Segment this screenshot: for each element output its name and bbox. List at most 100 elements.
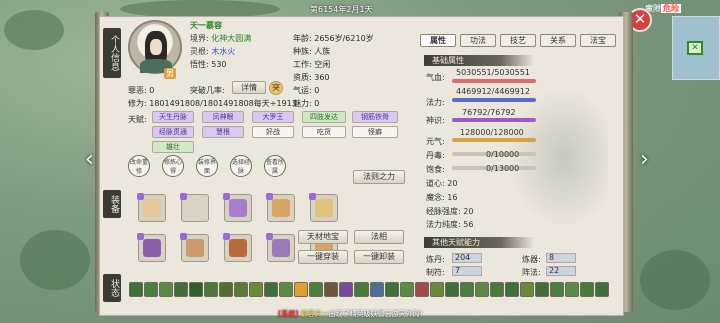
status-effect-icon[interactable]: [324, 282, 339, 297]
status-effect-icon[interactable]: [474, 282, 489, 297]
daoxin-label: 道心:: [426, 179, 445, 188]
status-effect-icon[interactable]: [369, 282, 384, 297]
fali-bar: [452, 98, 536, 102]
cultivation-label: 修为:: [128, 99, 147, 108]
equipment-slot[interactable]: [223, 193, 252, 222]
status-effect-icon[interactable]: [339, 282, 354, 297]
tab-treasures[interactable]: 法宝: [580, 34, 616, 47]
tab-attributes[interactable]: 属性: [420, 34, 456, 47]
liandan-value: 204: [452, 253, 482, 263]
lianqi-value: 8: [546, 253, 576, 263]
talent-chip[interactable]: 怪癖: [352, 126, 398, 138]
round-button[interactable]: 改命重修: [128, 155, 150, 177]
yuanqi-value: 128000/128000: [460, 128, 524, 137]
daoxin-value: 20: [447, 179, 458, 188]
equipment-item-icon: [229, 199, 247, 217]
status-effect-icon[interactable]: [354, 282, 369, 297]
tab-status[interactable]: 状态: [103, 274, 121, 302]
breakthrough-icon[interactable]: 突: [269, 81, 283, 95]
status-effect-icon[interactable]: [294, 282, 309, 297]
status-effect-icon[interactable]: [534, 282, 549, 297]
status-effect-icon[interactable]: [414, 282, 429, 297]
status-effect-icon[interactable]: [129, 282, 144, 297]
status-effect-icon[interactable]: [264, 282, 279, 297]
status-effect-icon[interactable]: [219, 282, 234, 297]
round-button[interactable]: 选择经脉: [230, 155, 252, 177]
qixue-bar: [452, 79, 536, 83]
equipment-slot[interactable]: [223, 233, 252, 262]
system-message: [系统] 慕容天一出现了精英级妖兽云游天外阁！: [278, 310, 427, 318]
falichundu-value: 56: [463, 220, 474, 229]
status-effect-icon[interactable]: [204, 282, 219, 297]
status-effect-icon[interactable]: [309, 282, 324, 297]
yuanqi-label: 元气:: [426, 137, 445, 146]
equipment-slot[interactable]: [266, 193, 295, 222]
heaven-treasure-button[interactable]: 天材地宝: [298, 230, 348, 244]
law-power-button[interactable]: 法则之力: [353, 170, 405, 184]
talent-chip[interactable]: 四肢发达: [302, 111, 346, 123]
status-effect-icon[interactable]: [594, 282, 609, 297]
status-effect-icon[interactable]: [249, 282, 264, 297]
equipment-slot[interactable]: [180, 193, 209, 222]
status-effect-icon[interactable]: [444, 282, 459, 297]
equipment-slot[interactable]: [137, 233, 166, 262]
status-effect-icon[interactable]: [174, 282, 189, 297]
status-effect-icon[interactable]: [489, 282, 504, 297]
talent-chip[interactable]: 好战: [252, 126, 294, 138]
tab-equipment[interactable]: 装备: [103, 190, 121, 218]
tab-skills[interactable]: 功法: [460, 34, 496, 47]
talent-chip[interactable]: 凤神眼: [202, 111, 244, 123]
aptitude-label: 资质:: [293, 73, 312, 82]
equipment-slot[interactable]: [309, 193, 338, 222]
status-effect-icon[interactable]: [159, 282, 174, 297]
talent-chip[interactable]: 钢筋铁骨: [352, 111, 398, 123]
avatar[interactable]: [128, 20, 182, 74]
gender-badge: 男: [164, 68, 176, 79]
one-click-remove-button[interactable]: 一键卸装: [354, 250, 404, 264]
equipment-grade-icon: [309, 193, 316, 200]
talent-chip[interactable]: 大罗王: [252, 111, 294, 123]
status-effect-icon[interactable]: [519, 282, 534, 297]
talent-chip[interactable]: 经脉贯通: [152, 126, 194, 138]
round-button[interactable]: 修炼心得: [162, 155, 184, 177]
baoshi-value: 0/13000: [486, 164, 520, 173]
tab-relations[interactable]: 关系: [540, 34, 576, 47]
talent-chip[interactable]: 吃货: [302, 126, 346, 138]
status-effect-icon[interactable]: [234, 282, 249, 297]
tab-personal-info[interactable]: 个人信息: [103, 28, 121, 78]
status-effect-icon[interactable]: [399, 282, 414, 297]
monian-label: 魔念:: [426, 193, 445, 202]
talent-chip[interactable]: 雄壮: [152, 141, 194, 153]
zhenfa-label: 阵法:: [522, 268, 541, 277]
qixue-label: 气血:: [426, 73, 445, 82]
status-effect-icon[interactable]: [384, 282, 399, 297]
status-effect-icon[interactable]: [579, 282, 594, 297]
breakthrough-label: 突破几率:: [190, 86, 225, 95]
status-effect-icon[interactable]: [459, 282, 474, 297]
status-effect-icon[interactable]: [504, 282, 519, 297]
next-arrow-icon[interactable]: ›: [640, 146, 654, 174]
equipment-grade-icon: [223, 193, 230, 200]
comprehension-value: 530: [211, 60, 227, 69]
status-effect-icon[interactable]: [144, 282, 159, 297]
one-click-wear-button[interactable]: 一键穿装: [298, 250, 348, 264]
talent-chip[interactable]: 慧根: [202, 126, 244, 138]
luck-value: 0: [314, 86, 320, 95]
tab-arts[interactable]: 技艺: [500, 34, 536, 47]
talent-chip[interactable]: 天生丹脉: [152, 111, 194, 123]
status-effect-icon[interactable]: [564, 282, 579, 297]
equipment-slot[interactable]: [266, 233, 295, 262]
status-effect-icon[interactable]: [429, 282, 444, 297]
status-effect-icon[interactable]: [549, 282, 564, 297]
equipment-grade-icon: [180, 233, 187, 240]
minimap[interactable]: ✕: [672, 16, 720, 80]
round-button[interactable]: 装修界面: [196, 155, 218, 177]
equipment-slot[interactable]: [137, 193, 166, 222]
dharma-form-button[interactable]: 法相: [354, 230, 404, 244]
breakthrough-detail-button[interactable]: 详情: [232, 81, 266, 94]
equipment-slot[interactable]: [180, 233, 209, 262]
equipment-item-icon: [229, 239, 247, 257]
round-button[interactable]: 查看所属: [264, 155, 286, 177]
status-effect-icon[interactable]: [279, 282, 294, 297]
status-effect-icon[interactable]: [189, 282, 204, 297]
